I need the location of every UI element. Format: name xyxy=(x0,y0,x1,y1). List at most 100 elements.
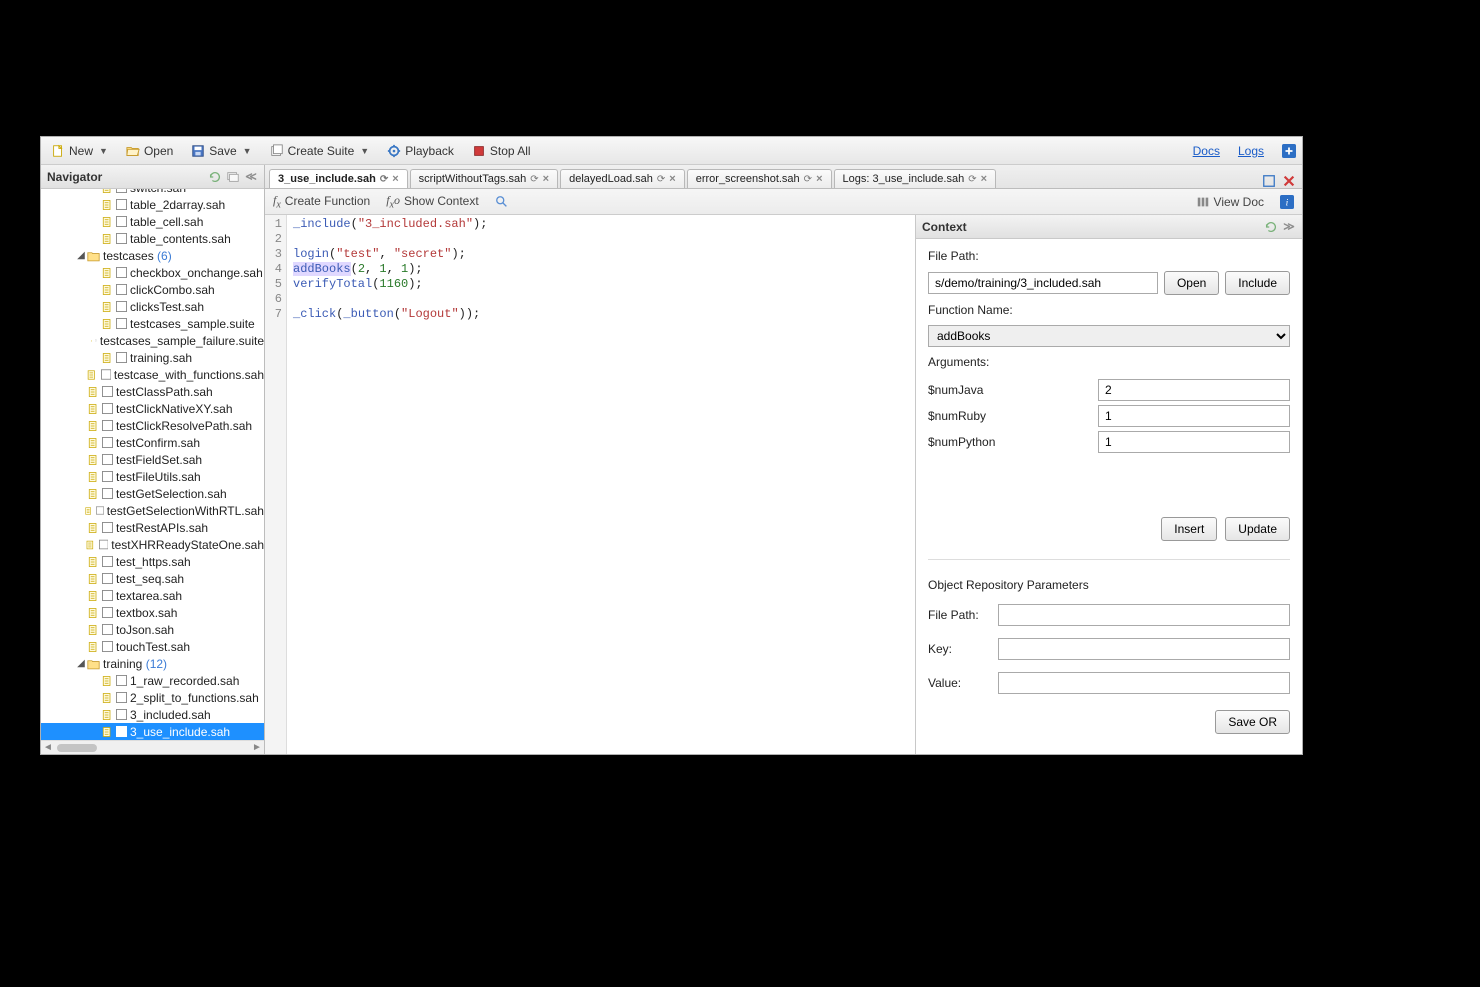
orp-key-input[interactable] xyxy=(998,638,1290,660)
refresh-icon[interactable] xyxy=(1264,220,1278,234)
tree-file[interactable]: 3_included.sah xyxy=(41,706,264,723)
tree-file[interactable]: 1_raw_recorded.sah xyxy=(41,672,264,689)
orp-filepath-input[interactable] xyxy=(998,604,1290,626)
tree-file[interactable]: testcases_sample.suite xyxy=(41,315,264,332)
collapse-context-icon[interactable]: ≫ xyxy=(1282,220,1296,234)
open-button[interactable]: Open xyxy=(122,142,177,160)
code-content[interactable]: _include("3_included.sah"); login("test"… xyxy=(287,215,915,754)
view-doc-button[interactable]: View Doc xyxy=(1196,195,1264,209)
close-icon[interactable]: × xyxy=(392,173,398,185)
tree-file[interactable]: switch.sah xyxy=(41,189,264,196)
tree-file[interactable]: textarea.sah xyxy=(41,587,264,604)
tree-file[interactable]: test_https.sah xyxy=(41,553,264,570)
tree-file[interactable]: checkbox_onchange.sah xyxy=(41,264,264,281)
close-icon[interactable]: × xyxy=(543,173,549,185)
argument-value-input[interactable] xyxy=(1098,431,1290,453)
save-button[interactable]: Save ▼ xyxy=(187,142,255,160)
docs-link[interactable]: Docs xyxy=(1193,144,1220,158)
search-icon[interactable] xyxy=(495,195,509,209)
refresh-icon[interactable]: ⟳ xyxy=(657,174,665,185)
refresh-icon[interactable]: ⟳ xyxy=(380,174,388,185)
tree-file[interactable]: testFileUtils.sah xyxy=(41,468,264,485)
tree-file[interactable]: toJson.sah xyxy=(41,621,264,638)
argument-value-input[interactable] xyxy=(1098,379,1290,401)
tree-file[interactable]: table_contents.sah xyxy=(41,230,264,247)
tree-label: table_2darray.sah xyxy=(130,198,225,212)
info-icon[interactable]: i xyxy=(1280,195,1294,209)
arguments-grid: $numJava $numRuby $numPython xyxy=(928,379,1290,453)
tree-label: test_seq.sah xyxy=(116,572,184,586)
tree-file[interactable]: testConfirm.sah xyxy=(41,434,264,451)
tree-label: testcases_sample.suite xyxy=(130,317,255,331)
orp-value-input[interactable] xyxy=(998,672,1290,694)
tree-file[interactable]: testcase_with_functions.sah xyxy=(41,366,264,383)
playback-button[interactable]: Playback xyxy=(383,142,458,160)
tree-file[interactable]: testGetSelectionWithRTL.sah xyxy=(41,502,264,519)
editor-tab[interactable]: scriptWithoutTags.sah ⟳ × xyxy=(410,169,558,188)
refresh-icon[interactable]: ⟳ xyxy=(530,174,538,185)
tree-label: clickCombo.sah xyxy=(130,283,215,297)
tree-folder[interactable]: ◢training (12) xyxy=(41,655,264,672)
create-suite-button[interactable]: Create Suite ▼ xyxy=(266,142,374,160)
tree-file[interactable]: testClickNativeXY.sah xyxy=(41,400,264,417)
tree-file[interactable]: touchTest.sah xyxy=(41,638,264,655)
close-icon[interactable]: × xyxy=(816,173,822,185)
scroll-left-icon[interactable]: ◄ xyxy=(41,742,55,753)
tree-file[interactable]: textbox.sah xyxy=(41,604,264,621)
maximize-icon[interactable] xyxy=(1262,174,1276,188)
update-button[interactable]: Update xyxy=(1225,517,1290,541)
new-button[interactable]: New ▼ xyxy=(47,142,112,160)
tree-file[interactable]: table_2darray.sah xyxy=(41,196,264,213)
tree-file[interactable]: test_seq.sah xyxy=(41,570,264,587)
tree-file[interactable]: testXHRReadyStateOne.sah xyxy=(41,536,264,553)
tree-file[interactable]: 3_use_include.sah xyxy=(41,723,264,740)
tree-file[interactable]: testClassPath.sah xyxy=(41,383,264,400)
tree-file[interactable]: testFieldSet.sah xyxy=(41,451,264,468)
save-or-button[interactable]: Save OR xyxy=(1215,710,1290,734)
expander-icon[interactable]: ◢ xyxy=(75,658,87,669)
argument-value-input[interactable] xyxy=(1098,405,1290,427)
create-function-button[interactable]: fx Create Function xyxy=(273,193,370,210)
argument-name: $numPython xyxy=(928,435,1098,449)
tree-file[interactable]: training.sah xyxy=(41,349,264,366)
tree-file[interactable]: clicksTest.sah xyxy=(41,298,264,315)
tree-file[interactable]: testGetSelection.sah xyxy=(41,485,264,502)
tree-file[interactable]: testClickResolvePath.sah xyxy=(41,417,264,434)
editor-tab[interactable]: error_screenshot.sah ⟳ × xyxy=(687,169,832,188)
close-icon[interactable]: × xyxy=(669,173,675,185)
tree-folder[interactable]: ◢testcases (6) xyxy=(41,247,264,264)
tree-file[interactable]: table_cell.sah xyxy=(41,213,264,230)
tree-file[interactable]: testcases_sample_failure.suite xyxy=(41,332,264,349)
tree-label: clicksTest.sah xyxy=(130,300,204,314)
tree-file[interactable]: clickCombo.sah xyxy=(41,281,264,298)
close-all-tabs-icon[interactable] xyxy=(1282,174,1296,188)
argument-name: $numJava xyxy=(928,383,1098,397)
code-editor[interactable]: 1234567 _include("3_included.sah"); logi… xyxy=(265,215,916,754)
close-icon[interactable]: × xyxy=(981,173,987,185)
tree-file[interactable]: testRestAPIs.sah xyxy=(41,519,264,536)
stop-all-button[interactable]: Stop All xyxy=(468,142,535,160)
function-name-select[interactable]: addBooks xyxy=(928,325,1290,347)
show-context-button[interactable]: fxo Show Context xyxy=(386,193,479,210)
refresh-icon[interactable] xyxy=(208,170,222,184)
insert-button[interactable]: Insert xyxy=(1161,517,1217,541)
file-path-input[interactable] xyxy=(928,272,1158,294)
editor-tab[interactable]: Logs: 3_use_include.sah ⟳ × xyxy=(834,169,997,188)
scroll-right-icon[interactable]: ► xyxy=(250,742,264,753)
collapse-all-icon[interactable] xyxy=(226,170,240,184)
editor-tab[interactable]: 3_use_include.sah ⟳ × xyxy=(269,169,408,188)
argument-row: $numRuby xyxy=(928,405,1290,427)
include-button[interactable]: Include xyxy=(1225,271,1290,295)
navigator-h-scrollbar[interactable]: ◄ ► xyxy=(41,740,264,754)
logs-link[interactable]: Logs xyxy=(1238,144,1264,158)
refresh-icon[interactable]: ⟳ xyxy=(804,174,812,185)
refresh-icon[interactable]: ⟳ xyxy=(968,174,976,185)
tree-file[interactable]: 2_split_to_functions.sah xyxy=(41,689,264,706)
tree-label: textarea.sah xyxy=(116,589,182,603)
navigator-scroll[interactable]: switch.sah table_2darray.sahtable_cell.sa… xyxy=(41,189,264,740)
open-file-button[interactable]: Open xyxy=(1164,271,1219,295)
editor-tab[interactable]: delayedLoad.sah ⟳ × xyxy=(560,169,685,188)
scroll-thumb[interactable] xyxy=(57,744,97,752)
expander-icon[interactable]: ◢ xyxy=(75,250,87,261)
collapse-panel-icon[interactable]: ≪ xyxy=(244,170,258,184)
